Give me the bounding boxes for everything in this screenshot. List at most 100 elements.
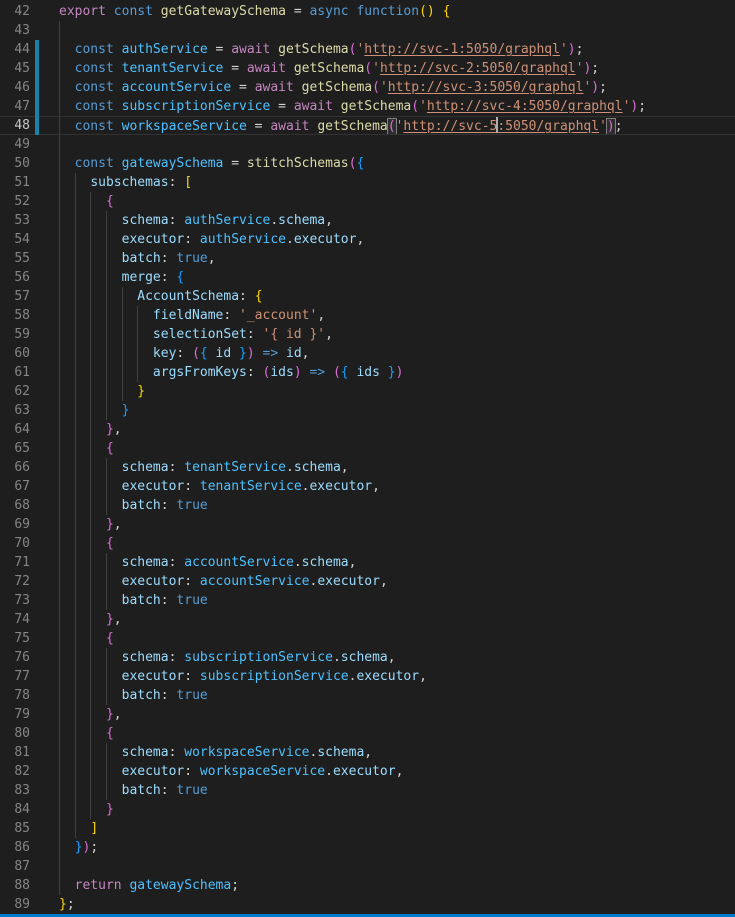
code-line[interactable]: 49 [0,135,735,154]
code-line[interactable]: 64 }, [0,420,735,439]
code-token [380,365,388,380]
line-number[interactable]: 64 [0,420,30,439]
line-number[interactable]: 86 [0,838,30,857]
line-number[interactable]: 61 [0,363,30,382]
code-line[interactable]: 83 batch: true [0,781,735,800]
code-line[interactable]: 63 } [0,401,735,420]
line-number[interactable]: 50 [0,154,30,173]
code-line[interactable]: 75 { [0,629,735,648]
line-number[interactable]: 79 [0,705,30,724]
code-line[interactable]: 48 const workspaceService = await getSch… [0,116,735,135]
code-line[interactable]: 46 const accountService = await getSchem… [0,78,735,97]
line-number[interactable]: 45 [0,59,30,78]
line-number[interactable]: 76 [0,648,30,667]
code-line[interactable]: 71 schema: accountService.schema, [0,553,735,572]
line-number[interactable]: 42 [0,2,30,21]
code-line[interactable]: 88 return gatewaySchema; [0,876,735,895]
code-line[interactable]: 81 schema: workspaceService.schema, [0,743,735,762]
line-number[interactable]: 59 [0,325,30,344]
code-line[interactable]: 82 executor: workspaceService.executor, [0,762,735,781]
code-line[interactable]: 56 merge: { [0,268,735,287]
code-line[interactable]: 62 } [0,382,735,401]
code-line[interactable]: 55 batch: true, [0,249,735,268]
code-line[interactable]: 66 schema: tenantService.schema, [0,458,735,477]
code-line[interactable]: 50 const gatewaySchema = stitchSchemas({ [0,154,735,173]
line-number[interactable]: 46 [0,78,30,97]
code-line[interactable]: 42export const getGatewaySchema = async … [0,2,735,21]
line-number[interactable]: 82 [0,762,30,781]
code-line[interactable]: 54 executor: authService.executor, [0,230,735,249]
code-area[interactable]: 42export const getGatewaySchema = async … [0,0,735,914]
code-line[interactable]: 45 const tenantService = await getSchema… [0,59,735,78]
line-number[interactable]: 56 [0,268,30,287]
line-number[interactable]: 62 [0,382,30,401]
line-number[interactable]: 85 [0,819,30,838]
line-number[interactable]: 49 [0,135,30,154]
code-line[interactable]: 79 }, [0,705,735,724]
code-token [59,612,106,627]
code-line[interactable]: 59 selectionSet: '{ id }', [0,325,735,344]
indent-guide [106,572,107,591]
line-number[interactable]: 78 [0,686,30,705]
code-line[interactable]: 72 executor: accountService.executor, [0,572,735,591]
code-line[interactable]: 44 const authService = await getSchema('… [0,40,735,59]
code-line[interactable]: 85 ] [0,819,735,838]
line-number[interactable]: 68 [0,496,30,515]
line-number[interactable]: 80 [0,724,30,743]
code-line[interactable]: 58 fieldName: '_account', [0,306,735,325]
line-number[interactable]: 81 [0,743,30,762]
line-number[interactable]: 53 [0,211,30,230]
code-line[interactable]: 68 batch: true [0,496,735,515]
code-line[interactable]: 70 { [0,534,735,553]
code-line[interactable]: 65 { [0,439,735,458]
code-line[interactable]: 86 }); [0,838,735,857]
code-line[interactable]: 77 executor: subscriptionService.executo… [0,667,735,686]
code-line[interactable]: 53 schema: authService.schema, [0,211,735,230]
line-number[interactable]: 73 [0,591,30,610]
code-line[interactable]: 61 argsFromKeys: (ids) => ({ ids }) [0,363,735,382]
line-number[interactable]: 55 [0,249,30,268]
line-number[interactable]: 67 [0,477,30,496]
line-number[interactable]: 69 [0,515,30,534]
line-number[interactable]: 89 [0,895,30,914]
line-number[interactable]: 48 [0,116,30,135]
line-number[interactable]: 70 [0,534,30,553]
line-number[interactable]: 44 [0,40,30,59]
line-number[interactable]: 72 [0,572,30,591]
code-line[interactable]: 43 [0,21,735,40]
code-line[interactable]: 52 { [0,192,735,211]
line-number[interactable]: 65 [0,439,30,458]
line-number[interactable]: 60 [0,344,30,363]
line-number[interactable]: 63 [0,401,30,420]
code-line[interactable]: 57 AccountSchema: { [0,287,735,306]
code-line[interactable]: 47 const subscriptionService = await get… [0,97,735,116]
code-line[interactable]: 84 } [0,800,735,819]
line-number[interactable]: 57 [0,287,30,306]
line-number[interactable]: 87 [0,857,30,876]
line-number[interactable]: 54 [0,230,30,249]
line-number[interactable]: 77 [0,667,30,686]
code-line[interactable]: 69 }, [0,515,735,534]
line-number[interactable]: 74 [0,610,30,629]
line-number[interactable]: 84 [0,800,30,819]
line-number[interactable]: 52 [0,192,30,211]
code-line[interactable]: 80 { [0,724,735,743]
code-line[interactable]: 67 executor: tenantService.executor, [0,477,735,496]
code-line[interactable]: 73 batch: true [0,591,735,610]
code-line[interactable]: 60 key: ({ id }) => id, [0,344,735,363]
line-number[interactable]: 83 [0,781,30,800]
line-number[interactable]: 88 [0,876,30,895]
line-number[interactable]: 71 [0,553,30,572]
line-number[interactable]: 47 [0,97,30,116]
code-line[interactable]: 76 schema: subscriptionService.schema, [0,648,735,667]
line-number[interactable]: 51 [0,173,30,192]
code-line[interactable]: 87 [0,857,735,876]
line-number[interactable]: 43 [0,21,30,40]
code-line[interactable]: 89}; [0,895,735,914]
line-number[interactable]: 58 [0,306,30,325]
line-number[interactable]: 75 [0,629,30,648]
code-line[interactable]: 74 }, [0,610,735,629]
code-line[interactable]: 51 subschemas: [ [0,173,735,192]
code-line[interactable]: 78 batch: true [0,686,735,705]
line-number[interactable]: 66 [0,458,30,477]
